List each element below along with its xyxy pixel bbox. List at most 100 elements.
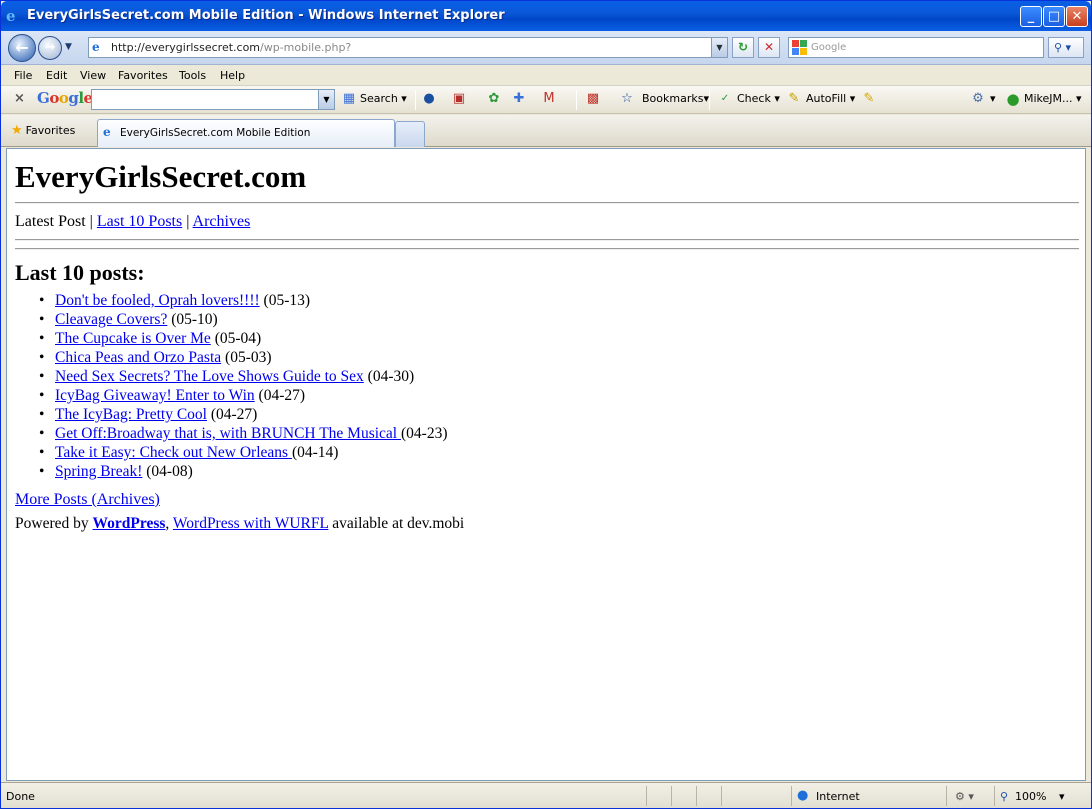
menu-favorites[interactable]: Favorites (118, 69, 168, 82)
post-date: (04-30) (363, 368, 415, 385)
autofill-button[interactable]: AutoFill ▾ (806, 92, 855, 105)
search-placeholder: Google (811, 42, 847, 53)
user-account-button[interactable]: MikeJM... ▾ (1024, 92, 1082, 105)
menu-edit[interactable]: Edit (46, 69, 67, 82)
wordpress-link[interactable]: WordPress (93, 515, 166, 532)
nav-archives[interactable]: Archives (193, 213, 251, 230)
wordpress-label: WordPress (92, 515, 166, 532)
user-status-icon: ● (1006, 90, 1020, 108)
address-dropdown-icon[interactable]: ▼ (711, 38, 727, 57)
list-item: The IcyBag: Pretty Cool (04-27) (39, 405, 448, 424)
list-item: Need Sex Secrets? The Love Shows Guide t… (39, 367, 448, 386)
post-link[interactable]: Cleavage Covers? (55, 311, 167, 328)
google-search-icon[interactable]: ▦ (341, 91, 357, 107)
search-go-button[interactable]: ⚲ ▾ (1048, 37, 1084, 58)
internet-zone-icon: ● (797, 788, 809, 803)
autofill-icon[interactable]: ✎ (786, 91, 802, 107)
post-link[interactable]: Need Sex Secrets? The Love Shows Guide t… (55, 368, 364, 385)
settings-dropdown-icon[interactable]: ▾ (990, 92, 996, 105)
post-date: (05-13) (259, 292, 311, 309)
bookmarks-button[interactable]: Bookmarks▾ (642, 92, 709, 105)
protected-mode-icon[interactable]: ⚙ ▾ (955, 790, 974, 803)
tab-active[interactable]: e EveryGirlsSecret.com Mobile Edition (97, 119, 395, 147)
search-input[interactable]: Google (788, 37, 1044, 58)
post-link[interactable]: Don't be fooled, Oprah lovers!!!! (55, 292, 260, 309)
toolbar-separator (709, 90, 710, 110)
post-link[interactable]: Spring Break! (55, 463, 142, 480)
address-bar[interactable]: e http://everygirlssecret.com/wp-mobile.… (88, 37, 728, 58)
post-date: (05-03) (221, 349, 272, 366)
toolbar-close-icon[interactable]: × (14, 91, 25, 106)
tab-bar: ★ Favorites e EveryGirlsSecret.com Mobile… (1, 115, 1091, 147)
menu-tools[interactable]: Tools (179, 69, 206, 82)
page-icon: e (92, 40, 100, 54)
post-date: (04-23) (401, 425, 448, 442)
globe-icon[interactable]: ● (421, 91, 437, 107)
status-cell (721, 786, 722, 806)
popup-blocker-icon[interactable]: ▩ (585, 91, 601, 107)
minimize-button[interactable]: _ (1020, 6, 1042, 27)
gmail-icon[interactable]: M (541, 91, 557, 107)
new-tab-button[interactable] (395, 121, 425, 147)
post-link[interactable]: Get Off:Broadway that is, with BRUNCH Th… (55, 425, 401, 442)
post-date: (05-04) (210, 330, 262, 347)
stop-button[interactable]: ✕ (758, 37, 780, 58)
spellcheck-icon[interactable]: ✓ (717, 91, 733, 107)
forward-button[interactable]: → (38, 36, 62, 60)
zoom-icon[interactable]: ⚲ (1000, 790, 1008, 803)
maximize-button[interactable]: □ (1043, 6, 1065, 27)
post-date: (04-27) (206, 406, 258, 423)
add-button-icon[interactable]: ✚ (511, 91, 527, 107)
wrench-icon[interactable]: ⚙ (970, 91, 986, 107)
check-label: Check (737, 92, 771, 105)
google-search-input[interactable]: ▼ (91, 89, 335, 110)
post-link[interactable]: The IcyBag: Pretty Cool (55, 406, 207, 423)
list-item: Get Off:Broadway that is, with BRUNCH Th… (39, 424, 448, 443)
post-link[interactable]: Chica Peas and Orzo Pasta (55, 349, 221, 366)
zoom-level[interactable]: 100% (1015, 790, 1046, 803)
post-date: (05-10) (167, 311, 218, 328)
browser-window: e EveryGirlsSecret.com Mobile Edition - … (0, 0, 1092, 809)
site-nav: Latest Post | Last 10 Posts | Archives (15, 213, 250, 231)
menu-help[interactable]: Help (220, 69, 245, 82)
toolbar-search-label: Search (360, 92, 398, 105)
favorites-button[interactable]: ★ Favorites (11, 123, 75, 138)
status-cell (946, 786, 947, 806)
menu-file[interactable]: File (14, 69, 32, 82)
star-icon[interactable]: ☆ (619, 91, 635, 107)
zone-label: Internet (816, 790, 860, 803)
refresh-button[interactable]: ↻ (732, 37, 754, 58)
google-icon (792, 40, 807, 55)
posts-list: Don't be fooled, Oprah lovers!!!! (05-13… (39, 291, 448, 481)
highlight-icon[interactable]: ✎ (861, 91, 877, 107)
post-link[interactable]: Take it Easy: Check out New Orleans (55, 444, 292, 461)
nav-sep: | (85, 213, 97, 230)
google-search-dropdown-icon[interactable]: ▼ (318, 90, 334, 109)
list-item: Spring Break! (04-08) (39, 462, 448, 481)
post-link[interactable]: The Cupcake is Over Me (55, 330, 211, 347)
url-text[interactable]: http://everygirlssecret.com/wp-mobile.ph… (111, 41, 351, 54)
divider (15, 239, 1079, 241)
status-cell (994, 786, 995, 806)
list-item: Chica Peas and Orzo Pasta (05-03) (39, 348, 448, 367)
more-posts-link[interactable]: More Posts (Archives) (15, 491, 160, 509)
wurfl-link[interactable]: WordPress with WURFL (173, 515, 328, 532)
history-dropdown-icon[interactable]: ▼ (65, 42, 72, 52)
nav-sep: | (182, 213, 193, 230)
check-button[interactable]: Check ▾ (737, 92, 780, 105)
tab-ie-icon: e (103, 125, 111, 139)
picasa-icon[interactable]: ✿ (486, 91, 502, 107)
close-button[interactable]: ✕ (1066, 6, 1088, 27)
menu-view[interactable]: View (80, 69, 106, 82)
back-button[interactable]: ← (8, 34, 36, 62)
post-link[interactable]: IcyBag Giveaway! Enter to Win (55, 387, 255, 404)
ie-icon: e (6, 7, 16, 25)
title-bar[interactable]: e EveryGirlsSecret.com Mobile Edition - … (1, 1, 1091, 31)
post-date: (04-08) (142, 463, 193, 480)
list-item: Don't be fooled, Oprah lovers!!!! (05-13… (39, 291, 448, 310)
status-cell (791, 786, 792, 806)
zoom-dropdown-icon[interactable]: ▾ (1059, 790, 1065, 803)
news-icon[interactable]: ▣ (451, 91, 467, 107)
nav-last-10-posts[interactable]: Last 10 Posts (97, 213, 182, 230)
toolbar-search-button[interactable]: Search ▾ (360, 92, 407, 105)
